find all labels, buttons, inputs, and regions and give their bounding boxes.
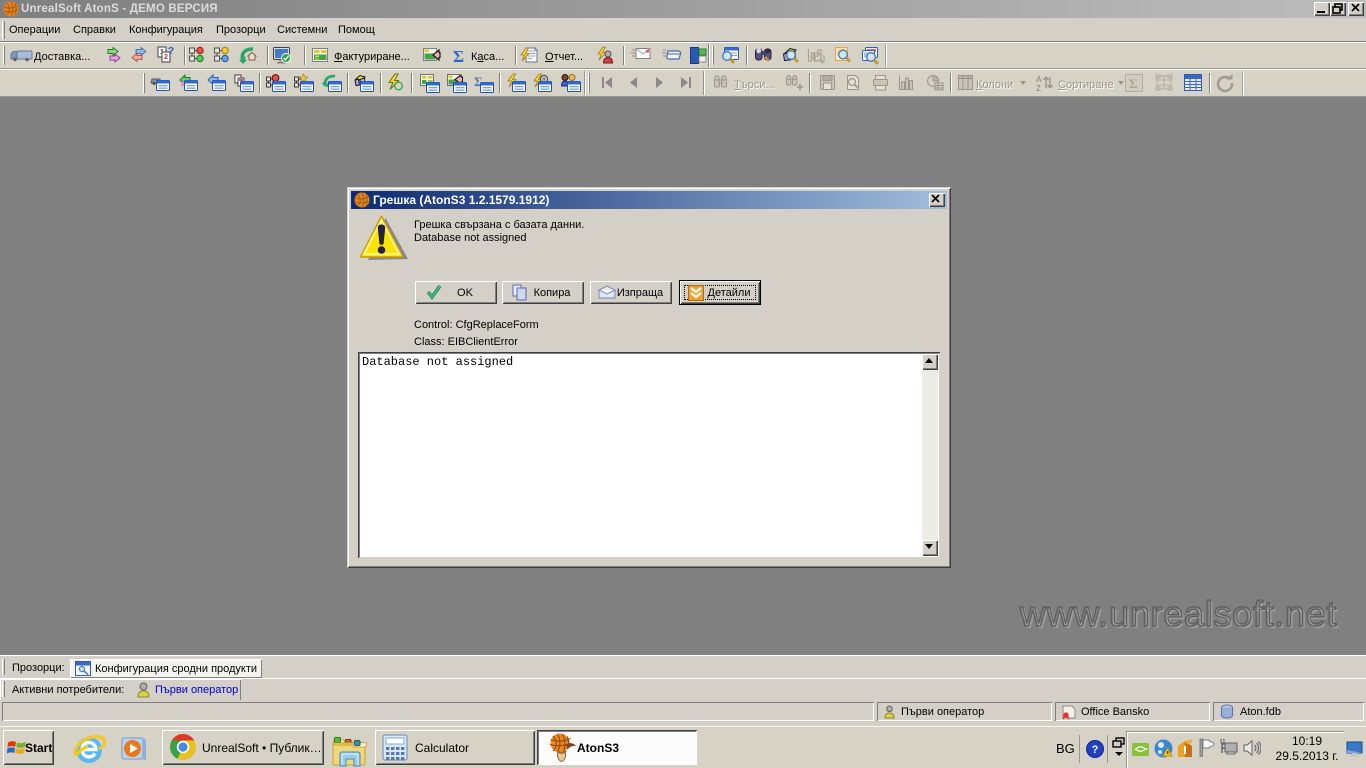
svg-text:?: ?: [1092, 744, 1099, 756]
svg-text:Σ: Σ: [453, 47, 464, 66]
svg-text:A: A: [1036, 75, 1042, 84]
svg-text:Σ: Σ: [1129, 76, 1138, 91]
svg-text:Z: Z: [1036, 84, 1041, 93]
svg-text:?: ?: [168, 46, 174, 57]
